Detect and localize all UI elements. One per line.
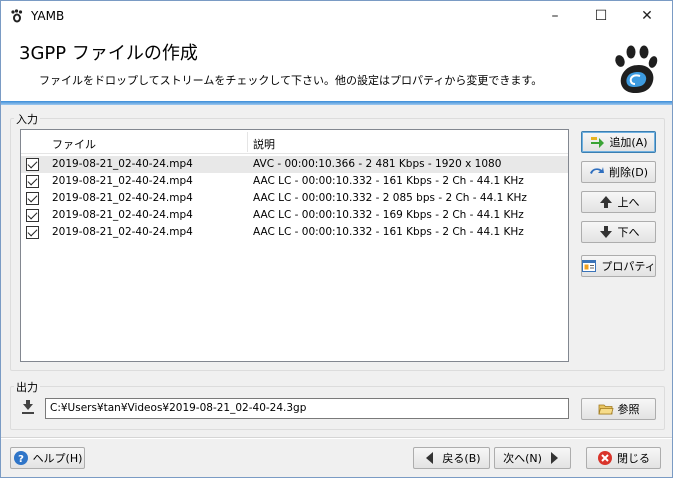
stream-checkbox[interactable]	[26, 192, 39, 205]
header-divider	[1, 101, 672, 105]
stream-list[interactable]: ファイル 説明 2019-08-21_02-40-24.mp4 AVC - 00…	[20, 129, 569, 362]
back-button[interactable]: 戻る(B)	[413, 447, 490, 469]
delete-swap-icon	[589, 167, 604, 174]
list-item[interactable]: 2019-08-21_02-40-24.mp4 AAC LC - 00:00:1…	[21, 173, 568, 190]
output-path-field[interactable]: C:¥Users¥tan¥Videos¥2019-08-21_02-40-24.…	[45, 398, 569, 419]
move-down-button[interactable]: 下へ	[581, 221, 656, 243]
browse-button-label: 参照	[617, 403, 640, 416]
browse-button[interactable]: 参照	[581, 398, 656, 420]
output-group-label: 出力	[14, 379, 40, 395]
next-button[interactable]: 次へ(N)	[494, 447, 571, 469]
file-name: 2019-08-21_02-40-24.mp4	[52, 158, 193, 170]
close-circle-icon	[598, 451, 612, 465]
list-item[interactable]: 2019-08-21_02-40-24.mp4 AAC LC - 00:00:1…	[21, 207, 568, 224]
column-separator[interactable]	[247, 132, 248, 152]
footer-divider-highlight	[1, 438, 672, 439]
stream-description: AAC LC - 00:00:10.332 - 161 Kbps - 2 Ch …	[253, 175, 524, 187]
page-title: 3GPP ファイルの作成	[19, 43, 198, 64]
file-name: 2019-08-21_02-40-24.mp4	[52, 175, 193, 187]
download-arrow-icon	[22, 400, 34, 414]
add-button-label: 追加(A)	[609, 136, 648, 149]
page-description: ファイルをドロップしてストリームをチェックして下さい。他の設定はプロパティから変…	[39, 74, 543, 87]
help-button-label: ヘルプ(H)	[32, 452, 83, 465]
stream-checkbox[interactable]	[26, 209, 39, 222]
properties-button-label: プロパティ	[601, 260, 656, 273]
maximize-button[interactable]: ☐	[578, 1, 624, 31]
file-name: 2019-08-21_02-40-24.mp4	[52, 192, 193, 204]
window-title: YAMB	[31, 9, 65, 23]
stream-checkbox[interactable]	[26, 175, 39, 188]
help-button[interactable]: ? ヘルプ(H)	[10, 447, 85, 469]
list-item[interactable]: 2019-08-21_02-40-24.mp4 AAC LC - 00:00:1…	[21, 190, 568, 207]
svg-text:?: ?	[18, 454, 24, 465]
add-button[interactable]: 追加(A)	[581, 131, 656, 153]
arrow-up-icon	[599, 196, 612, 208]
next-button-label: 次へ(N)	[503, 452, 542, 465]
wizard-header: 3GPP ファイルの作成 ファイルをドロップしてストリームをチェックして下さい。…	[1, 31, 672, 101]
list-item[interactable]: 2019-08-21_02-40-24.mp4 AVC - 00:00:10.3…	[21, 156, 568, 173]
close-window-button[interactable]: ✕	[624, 1, 670, 31]
stream-description: AVC - 00:00:10.366 - 2 481 Kbps - 1920 x…	[253, 158, 502, 170]
stream-checkbox[interactable]	[26, 226, 39, 239]
delete-button-label: 削除(D)	[608, 166, 649, 179]
list-item[interactable]: 2019-08-21_02-40-24.mp4 AAC LC - 00:00:1…	[21, 224, 568, 241]
move-down-button-label: 下へ	[617, 226, 640, 239]
title-bar: YAMB – ☐ ✕	[1, 1, 672, 31]
arrow-down-icon	[599, 226, 612, 238]
stream-checkbox[interactable]	[26, 158, 39, 171]
folder-open-icon	[597, 404, 614, 415]
back-button-label: 戻る(B)	[442, 452, 481, 465]
file-name: 2019-08-21_02-40-24.mp4	[52, 226, 193, 238]
stream-description: AAC LC - 00:00:10.332 - 169 Kbps - 2 Ch …	[253, 209, 524, 221]
properties-icon	[582, 260, 597, 272]
close-button-label: 閉じる	[617, 452, 650, 465]
move-up-button[interactable]: 上へ	[581, 191, 656, 213]
list-header: ファイル 説明	[21, 130, 568, 154]
yamb-window: YAMB – ☐ ✕ 3GPP ファイルの作成 ファイルをドロップしてストリーム…	[0, 0, 673, 478]
help-icon: ?	[13, 451, 28, 465]
column-header-description[interactable]: 説明	[253, 136, 275, 152]
minimize-button[interactable]: –	[532, 1, 578, 31]
column-header-file[interactable]: ファイル	[52, 136, 96, 152]
close-button[interactable]: 閉じる	[586, 447, 661, 469]
move-up-button-label: 上へ	[617, 196, 640, 209]
stream-description: AAC LC - 00:00:10.332 - 2 085 bps - 2 Ch…	[253, 192, 527, 204]
properties-button[interactable]: プロパティ	[581, 255, 656, 277]
input-group-label: 入力	[14, 111, 40, 127]
gnome-foot-icon	[11, 9, 23, 23]
arrow-left-icon	[426, 452, 434, 464]
arrow-right-icon	[550, 452, 558, 464]
file-name: 2019-08-21_02-40-24.mp4	[52, 209, 193, 221]
stream-description: AAC LC - 00:00:10.332 - 161 Kbps - 2 Ch …	[253, 226, 524, 238]
delete-button[interactable]: 削除(D)	[581, 161, 656, 183]
gnome-foot-logo-icon	[615, 45, 658, 93]
add-arrow-icon	[591, 137, 605, 148]
